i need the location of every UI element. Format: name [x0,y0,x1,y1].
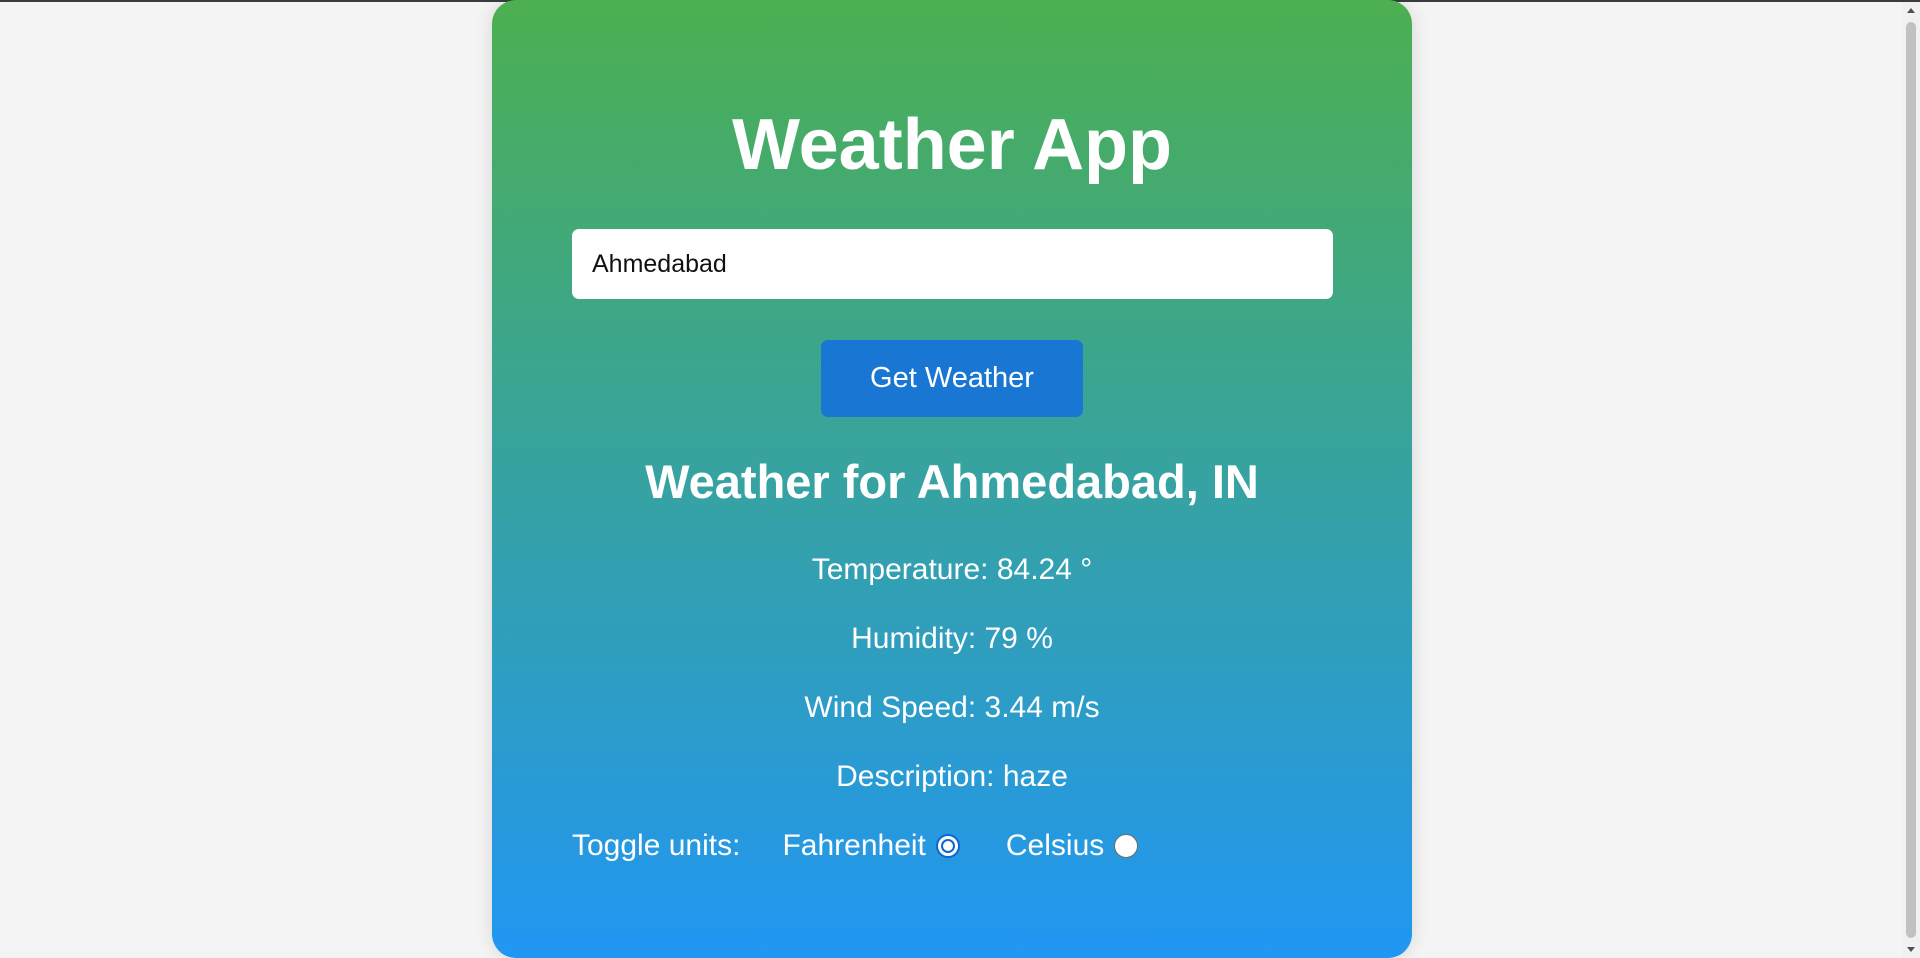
city-search-input[interactable] [572,229,1333,299]
fahrenheit-option[interactable]: Fahrenheit [782,828,960,864]
celsius-radio[interactable] [1114,834,1139,858]
unit-toggle-label: Toggle units: [572,829,741,862]
unit-toggle: Toggle units: Fahrenheit Celsius [572,828,1139,864]
temperature-value: Temperature: 84.24 ° [811,553,1093,586]
weather-card: Weather App Get Weather Weather for Ahme… [492,0,1412,958]
wind-speed-value: Wind Speed: 3.44 m/s [804,691,1100,724]
scrollbar-thumb[interactable] [1906,22,1916,938]
fahrenheit-radio[interactable] [935,834,960,858]
weather-result-heading: Weather for Ahmedabad, IN [645,455,1259,508]
description-value: Description: haze [836,760,1068,793]
celsius-option[interactable]: Celsius [1005,828,1139,864]
app-title: Weather App [731,105,1173,185]
humidity-value: Humidity: 79 % [851,622,1053,655]
fahrenheit-label: Fahrenheit [782,829,926,862]
get-weather-button[interactable]: Get Weather [821,340,1083,417]
scroll-up-arrow-icon[interactable] [1907,8,1915,13]
vertical-scrollbar[interactable] [1902,2,1920,958]
scroll-down-arrow-icon[interactable] [1907,947,1915,952]
celsius-label: Celsius [1005,829,1105,862]
